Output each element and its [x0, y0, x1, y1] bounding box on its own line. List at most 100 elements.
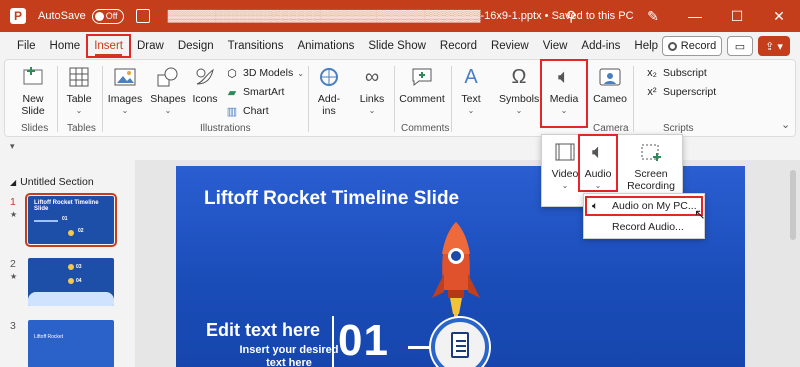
- text-button[interactable]: A Text ⌄: [455, 64, 487, 117]
- images-button[interactable]: Images ⌄: [106, 64, 144, 117]
- slide-title[interactable]: Liftoff Rocket Timeline Slide: [204, 188, 459, 210]
- save-icon[interactable]: [135, 9, 150, 23]
- superscript-icon: x²: [647, 86, 657, 98]
- smartart-button[interactable]: ▰ SmartArt: [225, 85, 285, 99]
- screen-recording-button[interactable]: Screen Recording: [622, 139, 680, 192]
- close-icon[interactable]: ✕: [758, 8, 800, 25]
- comments-button[interactable]: ▭: [727, 36, 753, 56]
- tab-home[interactable]: Home: [43, 35, 88, 57]
- shapes-button[interactable]: Shapes ⌄: [150, 64, 186, 117]
- clipboard-line: [456, 340, 466, 342]
- speaker-icon: 🔈︎: [592, 141, 604, 163]
- slide-thumbnail-2[interactable]: 03 04: [28, 258, 114, 306]
- clipboard-line: [456, 350, 466, 352]
- cameo-button[interactable]: Cameo: [593, 64, 627, 105]
- comment-button[interactable]: Comment: [399, 64, 445, 105]
- tab-add-ins[interactable]: Add-ins: [574, 35, 627, 57]
- thumb-label: 03: [76, 264, 82, 270]
- autosave-label: AutoSave: [38, 10, 86, 22]
- omega-icon: Ω: [511, 66, 527, 88]
- slide-thumbnail-3[interactable]: Liftoff Rocket: [28, 320, 114, 367]
- chevron-down-icon: ⌄: [368, 106, 376, 115]
- tab-file[interactable]: File: [10, 35, 43, 57]
- step-number[interactable]: 01: [338, 316, 389, 366]
- audio-dropdown: 🔈︎ Audio on My PC... Record Audio...: [583, 193, 705, 239]
- shapes-label: Shapes: [150, 93, 186, 105]
- tab-view[interactable]: View: [536, 35, 575, 57]
- cube-icon: ⬡: [227, 67, 237, 80]
- chart-button[interactable]: ▥ Chart: [225, 104, 269, 118]
- audio-on-my-pc-item[interactable]: 🔈︎ Audio on My PC...: [585, 196, 703, 216]
- tab-design[interactable]: Design: [171, 35, 221, 57]
- tab-review[interactable]: Review: [484, 35, 536, 57]
- media-button[interactable]: 🔈︎ Media ⌄: [540, 59, 588, 128]
- screen-recording-label: Screen Recording: [627, 168, 675, 192]
- superscript-label: Superscript: [663, 86, 717, 98]
- slide-thumbnail-1[interactable]: Liftoff Rocket Timeline Slide 01 02: [25, 193, 117, 247]
- record-button[interactable]: Record: [662, 36, 722, 56]
- image-icon: [111, 64, 139, 90]
- search-icon[interactable]: ⚲: [566, 8, 576, 25]
- icons-button[interactable]: Icons: [189, 64, 221, 105]
- add-ins-button[interactable]: Add- ins: [312, 64, 346, 117]
- tab-insert[interactable]: Insert: [86, 33, 131, 58]
- section-header[interactable]: ◢ Untitled Section: [10, 176, 94, 188]
- comment-icon: [408, 64, 436, 90]
- quick-access-customize-icon[interactable]: ▾: [10, 141, 15, 152]
- share-button[interactable]: ⇪ ▾: [758, 36, 790, 56]
- thumb-marker: [68, 264, 74, 270]
- chart-label: Chart: [243, 105, 269, 117]
- smartart-label: SmartArt: [243, 86, 285, 98]
- image-svg: [114, 68, 136, 86]
- superscript-button[interactable]: x² Superscript: [645, 85, 716, 99]
- record-audio-label: Record Audio...: [612, 221, 684, 233]
- chevron-down-icon: ⌄: [594, 181, 602, 190]
- toggle-knob-icon: [94, 11, 104, 21]
- group-tables-label: Tables: [67, 123, 96, 134]
- chart-icon: ▥: [226, 105, 238, 118]
- new-slide-button[interactable]: New Slide: [15, 64, 51, 117]
- tab-slide-show[interactable]: Slide Show: [361, 35, 433, 57]
- new-slide-label: New Slide: [21, 93, 45, 117]
- minimize-icon[interactable]: —: [674, 8, 716, 24]
- symbols-button[interactable]: Ω Symbols ⌄: [499, 64, 539, 117]
- table-label: Table: [66, 93, 92, 105]
- tab-record[interactable]: Record: [433, 35, 484, 57]
- collapse-ribbon-icon[interactable]: ⌄: [781, 118, 790, 131]
- speaker-icon: 🔈︎: [592, 200, 599, 212]
- title-bar: P AutoSave Off ▓▓▓▓▓▓▓▓▓▓▓▓▓▓▓▓▓▓▓▓▓▓▓▓▓…: [0, 0, 800, 32]
- record-icon: [667, 41, 677, 51]
- tab-animations[interactable]: Animations: [290, 35, 361, 57]
- symbols-label: Symbols: [499, 93, 540, 105]
- icons-label: Icons: [192, 93, 218, 105]
- new-slide-icon: [19, 64, 47, 90]
- collapse-section-icon: ◢: [10, 177, 17, 187]
- clipboard-icon: [431, 318, 489, 367]
- tab-transitions[interactable]: Transitions: [221, 35, 291, 57]
- tab-help[interactable]: Help: [627, 35, 665, 57]
- comment-label: Comment: [399, 93, 445, 105]
- pen-icon[interactable]: ✎: [632, 8, 674, 25]
- autosave-state: Off: [105, 11, 118, 21]
- audio-button[interactable]: 🔈︎ Audio ⌄: [578, 134, 618, 192]
- 3d-models-button[interactable]: ⬡ 3D Models ⌄: [225, 66, 304, 80]
- table-button[interactable]: Table ⌄: [61, 64, 97, 117]
- thumb-line: [34, 220, 58, 222]
- maximize-icon[interactable]: ☐: [716, 8, 758, 25]
- tab-draw[interactable]: Draw: [130, 35, 171, 57]
- star-icon: ★: [10, 210, 18, 219]
- connector-dash: [408, 346, 430, 349]
- vertical-scrollbar[interactable]: [790, 170, 796, 240]
- subscript-button[interactable]: x₂ Subscript: [645, 66, 707, 80]
- icons-icon: [191, 64, 219, 90]
- slide-number: 2: [10, 258, 16, 270]
- icons-svg: [196, 68, 214, 85]
- links-button[interactable]: ∞ Links ⌄: [355, 64, 389, 117]
- table-svg: [69, 67, 89, 87]
- thumb-label: 02: [78, 228, 84, 234]
- autosave-toggle[interactable]: Off: [91, 8, 124, 24]
- record-audio-item[interactable]: Record Audio...: [586, 218, 702, 236]
- edit-subtext[interactable]: Insert your desired text here: [231, 344, 347, 367]
- subscript-icon: x₂: [647, 67, 657, 79]
- edit-heading[interactable]: Edit text here: [206, 320, 320, 341]
